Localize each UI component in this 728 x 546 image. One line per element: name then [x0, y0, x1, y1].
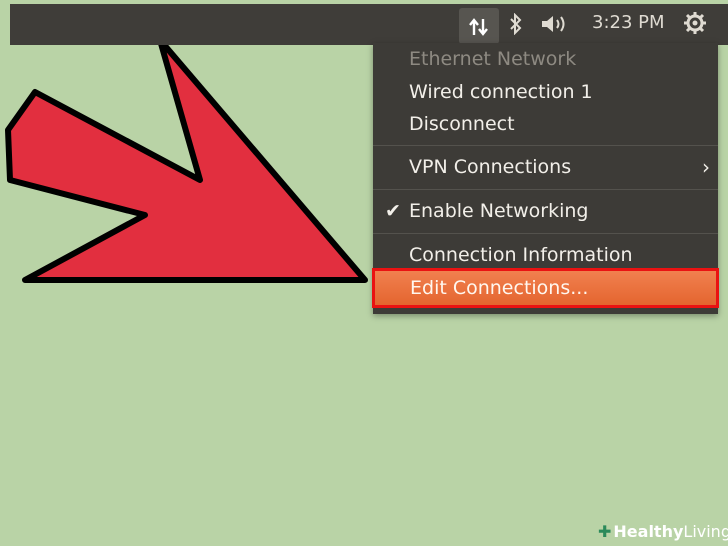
- network-updown-icon: [469, 18, 488, 36]
- menu-item-edit-connections[interactable]: Edit Connections...: [372, 268, 719, 308]
- menu-item-label: Enable Networking: [409, 200, 589, 222]
- network-indicator[interactable]: [459, 8, 499, 44]
- watermark-brand-bold: Healthy: [613, 522, 684, 541]
- menu-header-ethernet: Ethernet Network: [373, 44, 718, 74]
- health-cross-icon: ✚: [598, 522, 612, 541]
- menu-separator: [373, 233, 718, 234]
- menu-separator: [373, 189, 718, 190]
- menu-item-label: Disconnect: [409, 113, 515, 135]
- volume-icon[interactable]: [540, 13, 570, 35]
- menu-item-vpn-connections[interactable]: VPN Connections ›: [373, 152, 718, 182]
- menu-item-label: Wired connection 1: [409, 81, 593, 103]
- menu-item-label: Connection Information: [409, 244, 633, 266]
- menu-item-connection-information[interactable]: Connection Information: [373, 240, 718, 270]
- menu-item-enable-networking[interactable]: ✔ Enable Networking: [373, 196, 718, 226]
- red-arrow-annotation: [5, 37, 368, 283]
- menu-item-label: VPN Connections: [409, 156, 572, 178]
- watermark-logo: ✚ HealthyLiving: [598, 520, 728, 544]
- checkmark-icon: ✔: [385, 200, 401, 222]
- watermark-brand-light: Living: [683, 522, 728, 541]
- menu-item-disconnect[interactable]: Disconnect: [373, 109, 718, 139]
- menu-item-label: Edit Connections...: [410, 277, 589, 299]
- menu-separator: [373, 145, 718, 146]
- bluetooth-icon[interactable]: [508, 13, 524, 35]
- gear-icon[interactable]: [683, 11, 707, 35]
- menu-header-label: Ethernet Network: [409, 48, 577, 70]
- chevron-right-icon: ›: [702, 155, 710, 179]
- clock[interactable]: 3:23 PM: [592, 12, 665, 34]
- menu-item-wired-connection[interactable]: Wired connection 1: [373, 77, 718, 107]
